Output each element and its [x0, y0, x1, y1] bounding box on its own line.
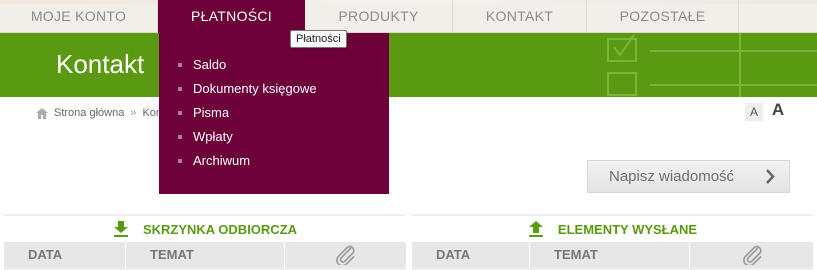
font-size-small-button[interactable]: A — [745, 103, 763, 121]
menu-item-saldo[interactable]: Saldo — [159, 55, 389, 79]
menu-item-dokumenty-ksiegowe[interactable]: Dokumenty księgowe — [159, 79, 389, 103]
sent-column-temat[interactable]: TEMAT — [530, 242, 690, 268]
breadcrumb: Strona główna » Kon — [36, 106, 162, 120]
nav-kontakt[interactable]: KONTAKT — [453, 0, 587, 33]
bullet-icon — [178, 87, 182, 91]
download-icon — [113, 221, 128, 237]
menu-item-label: Saldo — [193, 57, 227, 72]
bullet-icon — [178, 159, 182, 163]
checklist-decor-icon — [607, 33, 817, 97]
sent-column-headers: DATA TEMAT — [412, 242, 813, 268]
sent-title: ELEMENTY WYSŁANE — [557, 221, 698, 237]
compose-message-button[interactable]: Napisz wiadomość — [587, 160, 790, 193]
breadcrumb-separator: » — [130, 107, 137, 119]
inbox-header: SKRZYNKA ODBIORCZA — [4, 216, 406, 242]
page-banner: Kontakt — [0, 33, 817, 97]
top-navigation: MOJE KONTO PŁATNOŚCI PRODUKTY KONTAKT PO… — [0, 0, 817, 33]
menu-item-pisma[interactable]: Pisma — [159, 103, 389, 127]
sent-header: ELEMENTY WYSŁANE — [412, 216, 813, 242]
sent-column-data[interactable]: DATA — [412, 242, 530, 268]
nav-pozostale[interactable]: POZOSTAŁE — [587, 0, 739, 33]
font-size-large-button[interactable]: A — [768, 100, 788, 120]
nav-produkty[interactable]: PRODUKTY — [305, 0, 453, 33]
nav-moje-konto[interactable]: MOJE KONTO — [0, 0, 158, 33]
menu-item-label: Wpłaty — [193, 129, 233, 144]
bullet-icon — [178, 111, 182, 115]
page-title: Kontakt — [56, 49, 145, 79]
inbox-column-temat[interactable]: TEMAT — [126, 242, 285, 268]
nav-platnosci[interactable]: PŁATNOŚCI — [158, 0, 305, 33]
bullet-icon — [178, 135, 182, 139]
platnosci-dropdown-menu: Saldo Dokumenty księgowe Pisma Wpłaty Ar… — [159, 33, 389, 194]
menu-item-archiwum[interactable]: Archiwum — [159, 151, 389, 175]
breadcrumb-home-link[interactable]: Strona główna — [54, 106, 124, 120]
bullet-icon — [178, 63, 182, 67]
menu-item-label: Archiwum — [193, 153, 251, 168]
inbox-column-data[interactable]: DATA — [4, 242, 126, 268]
paperclip-icon — [336, 245, 355, 265]
home-icon — [36, 107, 48, 119]
chevron-right-icon — [765, 161, 775, 202]
upload-icon — [528, 221, 543, 237]
inbox-column-attachment[interactable] — [285, 242, 406, 268]
menu-item-label: Dokumenty księgowe — [193, 81, 317, 96]
inbox-column-headers: DATA TEMAT — [4, 242, 406, 268]
menu-item-wplaty[interactable]: Wpłaty — [159, 127, 389, 151]
inbox-title: SKRZYNKA ODBIORCZA — [142, 221, 298, 237]
nav-tooltip: Płatności — [290, 30, 347, 48]
sent-column-attachment[interactable] — [690, 242, 813, 268]
menu-item-label: Pisma — [193, 105, 230, 120]
compose-label: Napisz wiadomość — [609, 168, 735, 185]
paperclip-icon — [743, 245, 762, 265]
